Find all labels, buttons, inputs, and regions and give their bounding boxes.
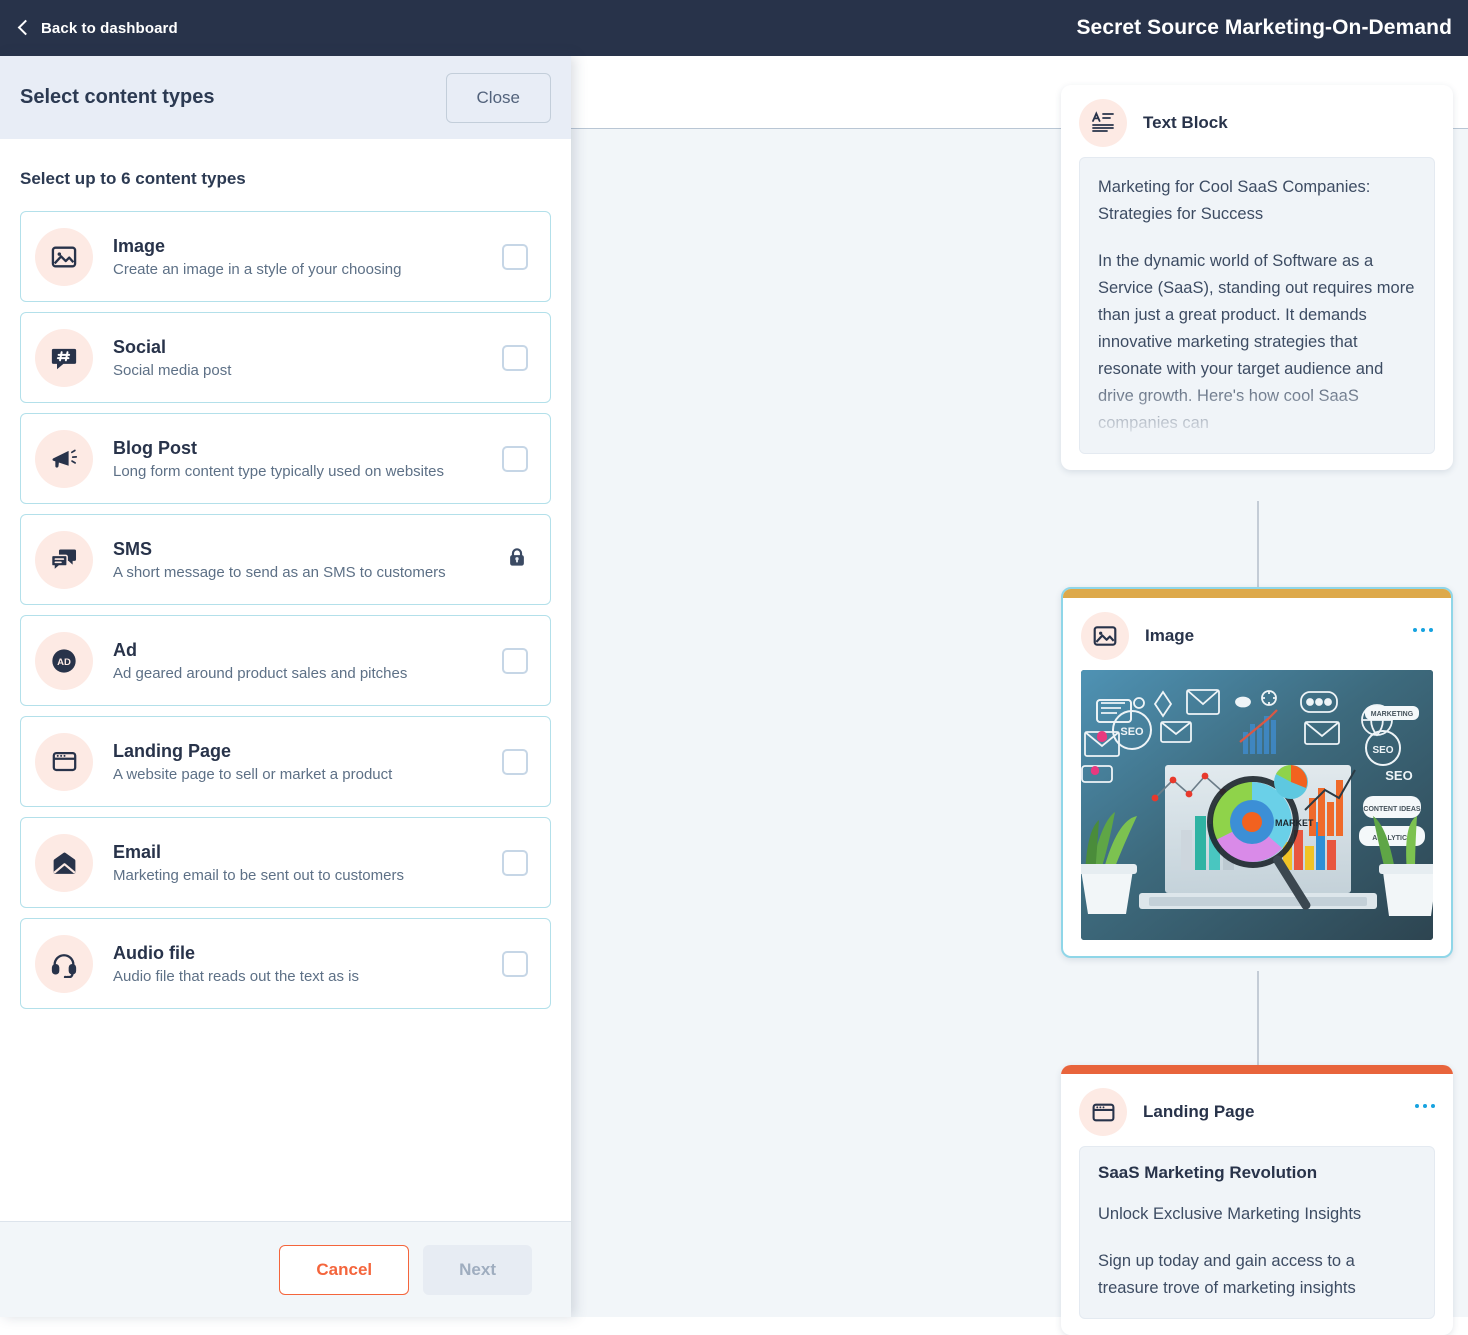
content-type-text: Email Marketing email to be sent out to c…	[113, 842, 502, 884]
cancel-button[interactable]: Cancel	[279, 1244, 410, 1295]
close-button[interactable]: Close	[445, 72, 551, 123]
card-title: Image	[1145, 626, 1195, 645]
content-type-checkbox[interactable]	[502, 748, 528, 775]
canvas-card-landing-page[interactable]: Landing Page SaaS Marketing Revolution U…	[1061, 1065, 1453, 1335]
content-type-text: Blog Post Long form content type typicall…	[113, 438, 502, 480]
content-type-checkbox[interactable]	[502, 647, 528, 674]
content-type-description: Create an image in a style of your choos…	[113, 260, 402, 278]
content-type-description: Long form content type typically used on…	[113, 462, 445, 480]
content-type-item-image[interactable]: Image Create an image in a style of your …	[20, 211, 551, 302]
content-type-checkbox[interactable]	[502, 445, 528, 472]
content-type-description: A short message to send as an SMS to cus…	[113, 563, 446, 581]
content-type-name: Ad	[113, 639, 137, 660]
svg-text:CONTENT IDEAS: CONTENT IDEAS	[1363, 806, 1421, 813]
content-type-name: Blog Post	[113, 437, 197, 458]
content-type-checkbox[interactable]	[502, 344, 528, 371]
content-type-description: Marketing email to be sent out to custom…	[113, 866, 404, 884]
svg-text:SEO: SEO	[1120, 726, 1144, 738]
svg-text:SEO: SEO	[1372, 745, 1393, 756]
content-type-description: Social media post	[113, 361, 232, 379]
lock-icon	[506, 546, 528, 573]
card-header: Landing Page	[1061, 1074, 1453, 1146]
svg-text:MARKET: MARKET	[1275, 818, 1314, 828]
card-body-heading: SaaS Marketing Revolution	[1098, 1163, 1318, 1182]
content-type-description: Ad geared around product sales and pitch…	[113, 664, 408, 682]
hashtag-bubble-icon	[35, 328, 93, 387]
image-icon	[35, 227, 93, 286]
content-type-text: SMS A short message to send as an SMS to …	[113, 539, 506, 581]
canvas-card-image[interactable]: Image SEO SEO SEO CONTENT IDEAS ANALYTIC…	[1061, 587, 1453, 958]
content-type-item-audio-file[interactable]: Audio file Audio file that reads out the …	[20, 918, 551, 1009]
card-accent-bar	[1061, 1065, 1453, 1074]
card-header: Text Block	[1061, 85, 1453, 157]
content-type-text: Landing Page A website page to sell or ma…	[113, 741, 502, 783]
back-to-dashboard-link[interactable]: Back to dashboard	[17, 19, 178, 37]
content-type-name: Social	[113, 336, 167, 357]
connector-line-image-landing	[1257, 971, 1259, 1065]
envelope-icon	[35, 833, 93, 892]
panel-title: Select content types	[20, 86, 215, 108]
svg-text:SEO: SEO	[1385, 768, 1412, 783]
card-text-content: Marketing for Cool SaaS Companies: Strat…	[1079, 157, 1435, 454]
browser-window-icon	[35, 732, 93, 791]
content-type-item-social[interactable]: Social Social media post	[20, 312, 551, 403]
content-type-description: Audio file that reads out the text as is	[113, 967, 359, 985]
content-type-item-blog-post[interactable]: Blog Post Long form content type typicall…	[20, 413, 551, 504]
marketing-illustration: SEO SEO SEO CONTENT IDEAS ANALYTICS MARK…	[1081, 670, 1433, 940]
card-paragraph: Marketing for Cool SaaS Companies: Strat…	[1098, 178, 1371, 223]
content-type-name: Email	[113, 841, 162, 862]
content-type-name: Landing Page	[113, 740, 232, 761]
card-paragraph: Unlock Exclusive Marketing Insights	[1098, 1205, 1362, 1223]
ad-badge-icon: AD	[35, 631, 93, 690]
canvas-card-text-block[interactable]: Text Block Marketing for Cool SaaS Compa…	[1061, 85, 1453, 470]
text-block-icon	[1079, 99, 1127, 147]
back-to-dashboard-label: Back to dashboard	[41, 19, 178, 37]
card-paragraph: Sign up today and gain access to a treas…	[1098, 1252, 1356, 1297]
chevron-left-icon	[17, 19, 34, 36]
chat-bubbles-icon	[35, 530, 93, 589]
content-type-description: A website page to sell or market a produ…	[113, 765, 393, 783]
content-type-name: Image	[113, 235, 166, 256]
content-type-text: Social Social media post	[113, 337, 502, 379]
ellipsis-icon[interactable]	[1415, 1104, 1435, 1108]
panel-body: Select up to 6 content types Image Create…	[0, 139, 571, 1221]
image-icon	[1081, 612, 1129, 660]
content-type-item-ad[interactable]: AD Ad Ad geared around product sales and p…	[20, 615, 551, 706]
content-type-item-sms[interactable]: SMS A short message to send as an SMS to …	[20, 514, 551, 605]
card-image-thumbnail: SEO SEO SEO CONTENT IDEAS ANALYTICS MARK…	[1081, 670, 1433, 940]
panel-subtitle: Select up to 6 content types	[20, 169, 246, 188]
megaphone-icon	[35, 429, 93, 488]
content-type-checkbox[interactable]	[502, 950, 528, 977]
connector-line-textblock-image	[1257, 501, 1259, 587]
svg-text:AD: AD	[57, 657, 71, 668]
headset-icon	[35, 934, 93, 993]
content-type-checkbox[interactable]	[502, 243, 528, 270]
select-content-types-panel: Select content types Close Select up to …	[0, 56, 571, 1317]
content-type-text: Image Create an image in a style of your …	[113, 236, 502, 278]
content-type-list: Image Create an image in a style of your …	[20, 211, 551, 1009]
svg-text:MARKETING: MARKETING	[1371, 711, 1414, 718]
panel-header: Select content types Close	[0, 56, 571, 139]
content-type-name: SMS	[113, 538, 153, 559]
ellipsis-icon[interactable]	[1413, 628, 1433, 632]
panel-footer: Cancel Next	[0, 1221, 571, 1317]
card-paragraph: In the dynamic world of Software as a Se…	[1098, 252, 1415, 432]
content-type-item-landing-page[interactable]: Landing Page A website page to sell or ma…	[20, 716, 551, 807]
content-type-text: Audio file Audio file that reads out the …	[113, 943, 502, 985]
browser-window-icon	[1079, 1088, 1127, 1136]
card-title: Text Block	[1143, 113, 1228, 132]
app-title: Secret Source Marketing-On-Demand	[1076, 16, 1452, 39]
next-button[interactable]: Next	[423, 1244, 532, 1295]
top-navigation-bar: Back to dashboard Secret Source Marketin…	[0, 0, 1468, 56]
content-type-item-email[interactable]: Email Marketing email to be sent out to c…	[20, 817, 551, 908]
content-type-text: Ad Ad geared around product sales and pit…	[113, 640, 502, 682]
card-title: Landing Page	[1143, 1102, 1255, 1121]
card-text-content: SaaS Marketing Revolution Unlock Exclusi…	[1079, 1146, 1435, 1319]
workflow-canvas: Text Block Marketing for Cool SaaS Compa…	[571, 56, 1468, 1335]
card-accent-bar	[1063, 589, 1451, 598]
card-header: Image	[1063, 598, 1451, 670]
content-type-name: Audio file	[113, 942, 195, 963]
content-type-checkbox[interactable]	[502, 849, 528, 876]
